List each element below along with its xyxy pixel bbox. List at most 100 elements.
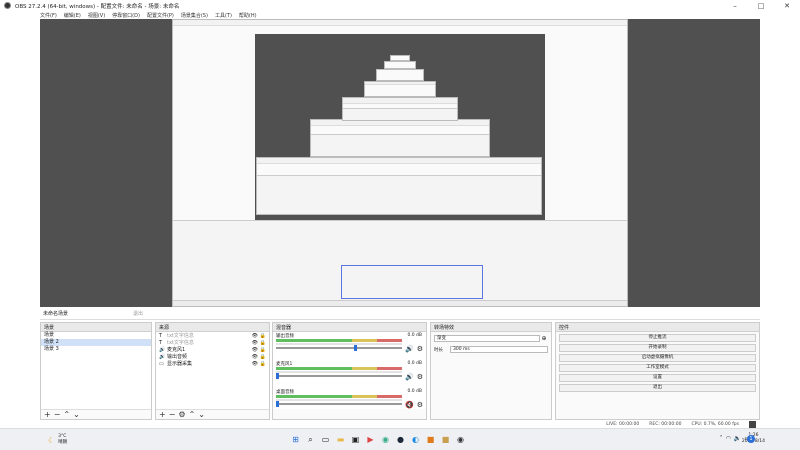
notification-badge[interactable]: 1	[747, 435, 755, 443]
mixer-db: 0.0 dB	[407, 333, 422, 338]
eye-icon[interactable]: 👁	[250, 347, 258, 353]
sources-dock: 来源 Ttxt文字信息 👁 🔒 Ttxt文字信息 👁 🔒 🔊 麦克风1 👁 🔒 🔊 输出音频 👁 🔒 ▭ 显示…	[155, 322, 270, 420]
menu-tools[interactable]: 工具(T)	[215, 12, 232, 19]
source-item[interactable]: Ttxt文字信息 👁 🔒	[156, 339, 269, 347]
edge-icon[interactable]: ◐	[410, 434, 421, 445]
volume-slider[interactable]	[276, 373, 402, 379]
gear-icon[interactable]: ⚙	[417, 373, 423, 381]
volume-slider-knob[interactable]	[276, 373, 279, 379]
source-item[interactable]: Ttxt文字信息 👁 🔒	[156, 332, 269, 340]
scenes-dock: 场景 场景 场景 2 场景 3 + − ⌃ ⌄	[40, 322, 152, 420]
menu-edit[interactable]: 编辑(E)	[64, 12, 81, 19]
close-button[interactable]: ✕	[774, 2, 800, 10]
remove-scene-icon[interactable]: −	[54, 410, 61, 419]
task-view-icon[interactable]: ▭	[320, 434, 331, 445]
media-icon[interactable]: ▶	[365, 434, 376, 445]
speaker-icon[interactable]: 🔊	[405, 345, 414, 353]
menu-bar: 文件(F) 编辑(E) 视图(V) 停靠窗口(D) 配置文件(P) 场景集合(S…	[0, 11, 800, 19]
start-virtual-camera-button[interactable]: 启动虚拟摄像机	[559, 354, 756, 362]
menu-file[interactable]: 文件(F)	[40, 12, 57, 19]
source-item[interactable]: ▭ 显示器采集 👁 🔒	[156, 360, 269, 368]
mixer-db: 0.0 dB	[407, 361, 422, 366]
rec-status: REC: 00:00:00	[649, 421, 682, 427]
title-bar: OBS 27.2.4 (64-bit, windows) - 配置文件: 未命名…	[0, 0, 800, 11]
duration-input[interactable]: 300 ms	[450, 346, 548, 353]
move-down-icon[interactable]: ⌄	[198, 410, 205, 419]
scene-item-selected[interactable]: 场景 2	[41, 339, 151, 346]
sources-dock-title: 来源	[156, 323, 269, 332]
nested-obs-window-3	[310, 119, 490, 157]
move-up-icon[interactable]: ⌃	[63, 410, 70, 419]
stop-streaming-button[interactable]: 停止推流	[559, 334, 756, 342]
eye-icon[interactable]: 👁	[250, 340, 258, 346]
nested-obs-window-8	[390, 55, 410, 61]
muted-speaker-icon[interactable]: 🔇	[405, 401, 414, 409]
steam-icon[interactable]: ●	[395, 434, 406, 445]
chrome-icon[interactable]: ◉	[380, 434, 391, 445]
menu-scene-collection[interactable]: 场景集合(S)	[181, 12, 208, 19]
gear-icon[interactable]: ⚙	[417, 345, 423, 353]
sources-list: Ttxt文字信息 👁 🔒 Ttxt文字信息 👁 🔒 🔊 麦克风1 👁 🔒 🔊 输出音频 👁 🔒 ▭ 显示器采集…	[156, 332, 269, 409]
move-down-icon[interactable]: ⌄	[73, 410, 80, 419]
lock-icon[interactable]: 🔒	[258, 333, 266, 339]
eye-icon[interactable]: 👁	[250, 354, 258, 360]
app-icon[interactable]: ■	[425, 434, 436, 445]
resize-grip-icon[interactable]	[749, 420, 756, 428]
nested-obs-window-6	[376, 69, 424, 81]
app-icon[interactable]: ■	[440, 434, 451, 445]
weather-widget[interactable]: ☾ 3°C 晴朗	[48, 434, 67, 446]
store-icon[interactable]: ▣	[350, 434, 361, 445]
menu-help[interactable]: 帮助(H)	[239, 12, 257, 19]
eye-icon[interactable]: 👁	[250, 361, 258, 367]
add-scene-icon[interactable]: +	[44, 410, 51, 419]
source-selection-box[interactable]	[341, 265, 483, 299]
tray-chevron-icon[interactable]: ˄	[720, 435, 723, 442]
source-item[interactable]: 🔊 麦克风1 👁 🔒	[156, 346, 269, 354]
start-icon[interactable]: ⊞	[290, 434, 301, 445]
menu-view[interactable]: 视图(V)	[88, 12, 105, 19]
transition-select[interactable]: 渐变	[434, 335, 540, 342]
scene-item[interactable]: 场景 3	[41, 346, 151, 353]
nested-obs-window-4	[342, 97, 458, 121]
speaker-icon[interactable]: 🔊	[405, 373, 414, 381]
lock-icon[interactable]: 🔒	[258, 354, 266, 360]
file-explorer-icon[interactable]: ▬	[335, 434, 346, 445]
add-source-icon[interactable]: +	[159, 410, 166, 419]
volume-slider-knob[interactable]	[276, 401, 279, 407]
start-recording-button[interactable]: 开始录制	[559, 344, 756, 352]
settings-button[interactable]: 设置	[559, 374, 756, 382]
volume-slider[interactable]	[276, 401, 402, 407]
volume-slider-knob[interactable]	[354, 345, 358, 351]
remove-source-icon[interactable]: −	[169, 410, 176, 419]
lock-icon[interactable]: 🔒	[258, 340, 266, 346]
minimize-button[interactable]: –	[722, 2, 748, 10]
transition-add-icon[interactable]: ⊕	[540, 335, 548, 342]
obs-icon[interactable]: ◉	[455, 434, 466, 445]
nested-obs-window-5	[364, 81, 436, 97]
menu-profile[interactable]: 配置文件(P)	[147, 12, 174, 19]
transitions-dock: 转场特效 渐变 ⊕ 时长 300 ms	[430, 322, 552, 420]
live-status: LIVE: 00:00:00	[606, 421, 640, 427]
eye-icon[interactable]: 👁	[250, 333, 258, 339]
studio-mode-button[interactable]: 工作室模式	[559, 364, 756, 372]
search-icon[interactable]: ⌕	[305, 434, 316, 445]
scene-item[interactable]: 场景	[41, 332, 151, 339]
transitions-dock-title: 转场特效	[431, 323, 551, 332]
speaker-icon[interactable]: 🔈	[734, 435, 741, 442]
maximize-button[interactable]: □	[748, 2, 774, 10]
source-item[interactable]: 🔊 输出音频 👁 🔒	[156, 353, 269, 361]
preview-canvas[interactable]	[40, 19, 760, 307]
volume-slider[interactable]	[276, 345, 402, 351]
obs-logo-icon	[4, 2, 11, 9]
lock-icon[interactable]: 🔒	[258, 361, 266, 367]
menu-docks[interactable]: 停靠窗口(D)	[112, 12, 140, 19]
lock-icon[interactable]: 🔒	[258, 347, 266, 353]
source-properties-icon[interactable]: ⚙	[178, 410, 185, 419]
move-up-icon[interactable]: ⌃	[189, 410, 196, 419]
exit-toggle[interactable]: 退出	[133, 310, 143, 317]
exit-button[interactable]: 退出	[559, 384, 756, 392]
wifi-icon[interactable]: ◠	[726, 435, 731, 442]
gear-icon[interactable]: ⚙	[417, 401, 423, 409]
text-icon: T	[159, 339, 163, 346]
text-icon: T	[159, 332, 163, 339]
